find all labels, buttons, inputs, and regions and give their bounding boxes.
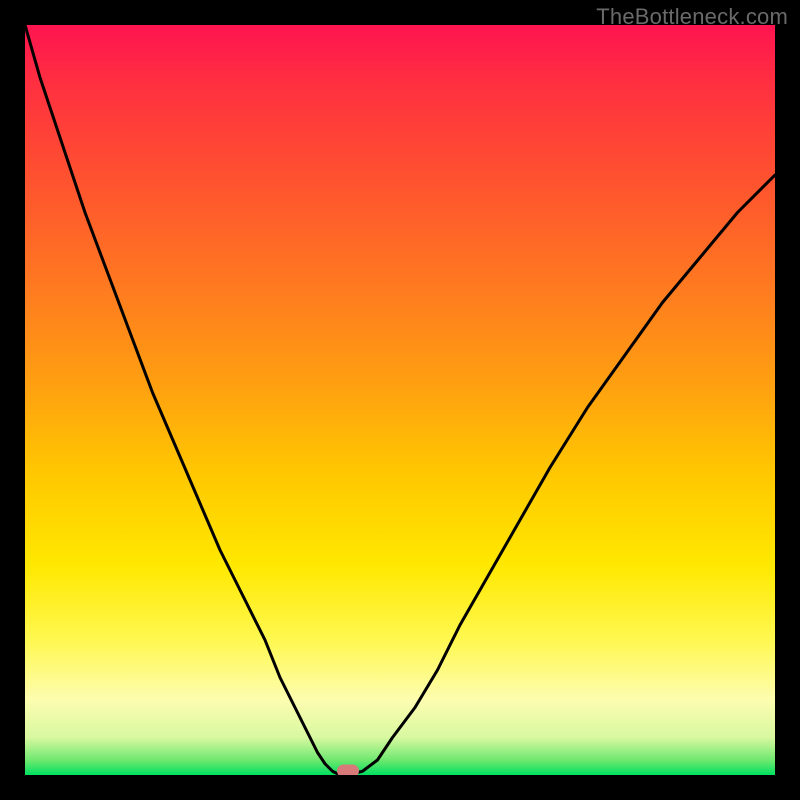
bottleneck-curve-path bbox=[25, 25, 775, 775]
chart-frame: TheBottleneck.com bbox=[0, 0, 800, 800]
watermark-text: TheBottleneck.com bbox=[596, 4, 788, 30]
plot-area bbox=[25, 25, 775, 775]
curve-svg bbox=[25, 25, 775, 775]
optimum-marker bbox=[337, 765, 359, 775]
